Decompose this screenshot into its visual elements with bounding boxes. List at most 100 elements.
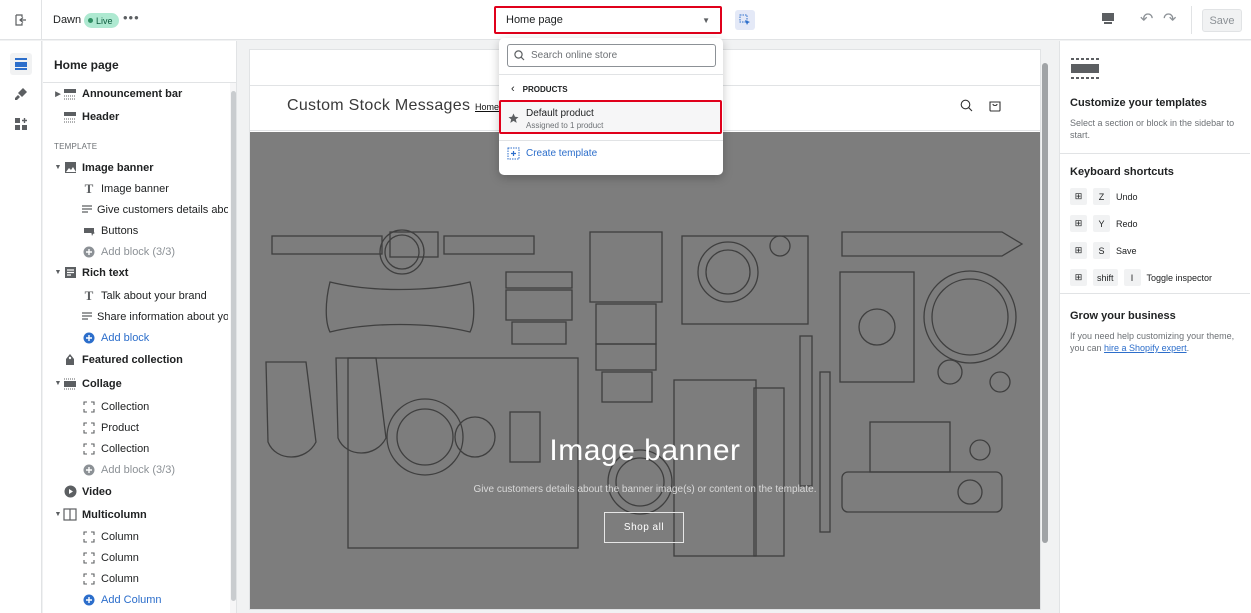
key: Y [1093, 215, 1110, 232]
section-label: Multicolumn [82, 508, 147, 521]
save-button[interactable]: Save [1202, 9, 1242, 32]
section-video[interactable]: Video [43, 481, 228, 502]
text-heading-icon: T [84, 180, 94, 196]
scrollbar-thumb[interactable] [231, 91, 236, 601]
divider [499, 140, 723, 141]
section-collage[interactable]: ▼ Collage [43, 373, 228, 394]
page-selector[interactable]: Home page ▼ [494, 6, 722, 34]
top-bar: Dawn Live ••• Home page ▼ ↶ ↷ Save [0, 0, 1251, 40]
sections-sidebar: Home page ▶ Announcement bar Header TEMP… [43, 41, 237, 613]
placeholder-block-icon [81, 551, 97, 565]
key: Z [1093, 188, 1110, 205]
exit-button[interactable] [0, 0, 42, 40]
shortcut-save: ⊞ S Save [1070, 242, 1137, 259]
create-template-label: Create template [526, 148, 598, 159]
add-circle-icon [81, 593, 97, 607]
apps-rail-button[interactable] [10, 113, 32, 135]
block-collection[interactable]: Collection [43, 438, 228, 459]
store-logo[interactable]: Custom Stock Messages [287, 97, 470, 115]
shortcut-redo: ⊞ Y Redo [1070, 215, 1138, 232]
add-circle-icon [81, 245, 97, 259]
device-preview-button[interactable] [1101, 12, 1115, 28]
create-template-button[interactable]: Create template [507, 147, 597, 160]
sections-rail-button[interactable] [10, 53, 32, 75]
shortcut-label: Toggle inspector [1146, 272, 1213, 283]
text-heading-icon: T [84, 287, 94, 303]
block-column[interactable]: Column [43, 526, 228, 547]
back-to-products-button[interactable]: ‹ PRODUCTS [511, 83, 568, 95]
section-featured-collection[interactable]: Featured collection [43, 349, 228, 370]
section-rich-text[interactable]: ▼ Rich text [43, 262, 228, 283]
scrollbar-thumb[interactable] [1042, 63, 1048, 543]
block-buttons[interactable]: Buttons [43, 220, 228, 241]
customize-section: Customize your templates Select a sectio… [1060, 41, 1250, 154]
image-banner[interactable]: Image banner Give customers details abou… [250, 132, 1040, 609]
template-option-default-product[interactable]: Default product Assigned to 1 product [499, 100, 722, 134]
add-circle-icon [81, 463, 97, 477]
shortcut-label: Undo [1116, 191, 1138, 202]
chevron-down-icon: ▼ [54, 380, 62, 387]
sections-icon [15, 58, 27, 70]
block-label: Give customers details abo... [97, 203, 228, 216]
section-image-banner[interactable]: ▼ Image banner [43, 157, 228, 178]
add-block-label: Add block (3/3) [101, 245, 175, 258]
section-label: Video [82, 485, 112, 498]
block-column[interactable]: Column [43, 547, 228, 568]
shop-all-button[interactable]: Shop all [604, 512, 684, 543]
section-header[interactable]: Header [43, 106, 228, 127]
add-column-button[interactable]: Add Column [43, 589, 228, 610]
block-rich-text-text[interactable]: Share information about yo... [43, 306, 228, 327]
desktop-icon [1102, 13, 1114, 24]
columns-icon [62, 508, 78, 522]
theme-settings-rail-button[interactable] [10, 83, 32, 105]
chevron-down-icon: ▼ [702, 15, 710, 25]
key: I [1123, 269, 1141, 286]
paragraph-icon [81, 310, 93, 324]
block-image-banner-heading[interactable]: T Image banner [43, 178, 228, 199]
grow-text: If you need help customizing your theme,… [1070, 330, 1240, 354]
undo-button[interactable]: ↶ [1140, 9, 1153, 29]
block-rich-text-heading[interactable]: T Talk about your brand [43, 285, 228, 306]
command-key: ⊞ [1070, 215, 1087, 232]
live-badge: Live [84, 13, 119, 28]
command-key: ⊞ [1070, 188, 1087, 205]
search-icon[interactable] [960, 99, 973, 115]
section-announcement-bar[interactable]: ▶ Announcement bar [43, 83, 228, 104]
shortcut-undo: ⊞ Z Undo [1070, 188, 1138, 205]
grow-section: Grow your business If you need help cust… [1060, 294, 1250, 380]
search-icon [514, 50, 525, 61]
add-column-label: Add Column [101, 593, 162, 606]
block-image-banner-text[interactable]: Give customers details abo... [43, 199, 228, 220]
add-block-button[interactable]: Add block [43, 327, 228, 348]
placeholder-block-icon [81, 442, 97, 456]
section-label: Collage [82, 377, 122, 390]
shortcut-toggle-inspector: ⊞ shift I Toggle inspector [1070, 269, 1212, 286]
live-dot-icon [88, 18, 93, 23]
command-key: ⊞ [1070, 269, 1087, 286]
inspector-toggle-button[interactable] [735, 10, 755, 30]
block-label: Share information about yo... [97, 310, 228, 323]
cart-icon[interactable] [988, 98, 1002, 115]
block-label: Column [101, 530, 139, 543]
add-block-button[interactable]: Add block (3/3) [43, 459, 228, 480]
search-input[interactable]: Search online store [507, 44, 716, 67]
block-collection[interactable]: Collection [43, 396, 228, 417]
nav-link-home[interactable]: Home [475, 102, 499, 112]
sidebar-scrollbar[interactable] [230, 83, 236, 613]
redo-button[interactable]: ↷ [1163, 9, 1176, 29]
inspector-icon [739, 14, 750, 25]
hire-expert-link[interactable]: hire a Shopify expert [1104, 343, 1187, 353]
shortcut-label: Save [1116, 245, 1137, 256]
back-label: PRODUCTS [522, 84, 568, 94]
chevron-down-icon: ▼ [54, 269, 62, 276]
more-actions-button[interactable]: ••• [123, 10, 140, 25]
command-key: ⊞ [1070, 242, 1087, 259]
block-column[interactable]: Column [43, 568, 228, 589]
customize-title: Customize your templates [1070, 97, 1207, 109]
block-label: Buttons [101, 224, 139, 237]
block-product[interactable]: Product [43, 417, 228, 438]
collage-icon [62, 377, 78, 391]
add-block-button[interactable]: Add block (3/3) [43, 241, 228, 262]
section-multicolumn[interactable]: ▼ Multicolumn [43, 504, 228, 525]
preview-scrollbar[interactable] [1041, 49, 1049, 610]
